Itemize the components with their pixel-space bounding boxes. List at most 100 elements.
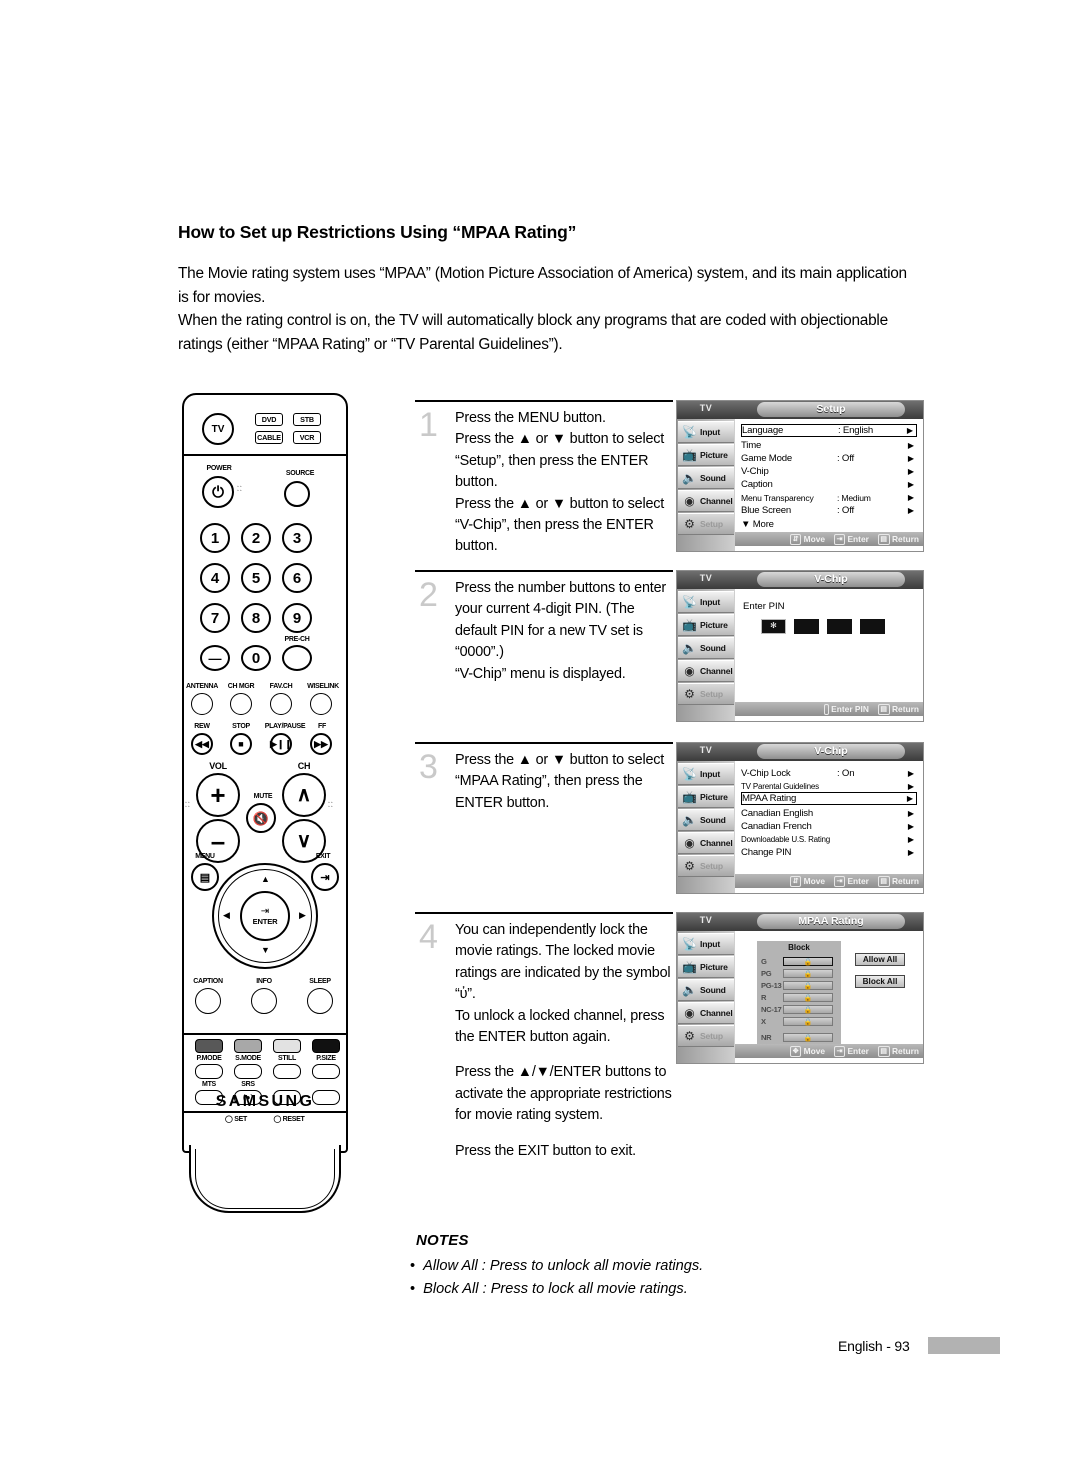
lock-icon[interactable]: 🔒 [783, 981, 833, 991]
osd-sidebar-item-input[interactable]: 📡 Input [678, 421, 734, 443]
osd-setup-row-vchip[interactable]: V-Chip ▶ [741, 465, 917, 478]
lock-icon[interactable]: 🔒 [783, 993, 833, 1003]
remote-left-arrow-icon[interactable]: ◀ [223, 911, 230, 920]
remote-rew-button[interactable]: ◀◀ [191, 733, 213, 755]
osd-setup-row-game-mode[interactable]: Game Mode : Off ▶ [741, 452, 917, 465]
remote-dvd-button[interactable]: DVD [255, 413, 283, 426]
remote-source-button[interactable] [284, 481, 310, 507]
block-all-button[interactable]: Block All [855, 975, 905, 988]
remote-psize-button[interactable] [312, 1064, 340, 1079]
remote-exit-button[interactable]: ⇥ [311, 863, 339, 891]
remote-number-7[interactable]: 7 [200, 603, 230, 633]
pin-digit-4[interactable] [860, 619, 885, 634]
osd-setup-row-caption[interactable]: Caption ▶ [741, 478, 917, 491]
remote-cable-button[interactable]: CABLE [255, 431, 283, 444]
remote-wiselink-button[interactable] [310, 693, 332, 715]
osd-sidebar-item-setup[interactable]: ⚙ Setup [678, 855, 734, 877]
remote-color-button-blue[interactable] [312, 1039, 340, 1053]
remote-number-3[interactable]: 3 [282, 523, 312, 553]
osd-sidebar-item-picture[interactable]: 📺 Picture [678, 956, 734, 978]
remote-menu-button[interactable]: ▤ [191, 863, 219, 891]
remote-pmode-button[interactable] [195, 1064, 223, 1079]
osd-sidebar-item-input[interactable]: 📡 Input [678, 591, 734, 613]
remote-enter-button[interactable]: ⇥ ENTER [240, 891, 290, 941]
remote-down-arrow-icon[interactable]: ▼ [261, 946, 270, 955]
pin-digit-3[interactable] [827, 619, 852, 634]
osd-vchip-row-downloadable-us-rating[interactable]: Downloadable U.S. Rating ▶ [741, 833, 917, 846]
remote-antenna-button[interactable] [191, 693, 213, 715]
osd-setup-row-menu-transparency[interactable]: Menu Transparency : Medium ▶ [741, 491, 917, 504]
mpaa-row-pg[interactable]: PG 🔒 [761, 968, 837, 979]
remote-sleep-button[interactable] [307, 988, 333, 1014]
remote-number-1[interactable]: 1 [200, 523, 230, 553]
lock-icon[interactable]: 🔒 [783, 969, 833, 979]
mpaa-row-pg13[interactable]: PG-13 🔒 [761, 980, 837, 991]
osd-sidebar-item-input[interactable]: 📡 Input [678, 763, 734, 785]
mpaa-row-g[interactable]: G 🔒 [761, 956, 837, 967]
mpaa-row-nc17[interactable]: NC-17 🔒 [761, 1004, 837, 1015]
remote-channel-up-button[interactable]: ∧ [282, 773, 326, 817]
lock-icon[interactable]: 🔒 [783, 1017, 833, 1027]
remote-ff-button[interactable]: ▶▶ [310, 733, 332, 755]
mpaa-row-r[interactable]: R 🔒 [761, 992, 837, 1003]
osd-vchip-row-canadian-english[interactable]: Canadian English ▶ [741, 807, 917, 820]
osd-setup-row-time[interactable]: Time ▶ [741, 439, 917, 452]
osd-setup-row-blue-screen[interactable]: Blue Screen : Off ▶ [741, 504, 917, 517]
mpaa-row-nr[interactable]: NR 🔒 [761, 1032, 837, 1043]
pin-digit-1[interactable]: ✻ [761, 619, 786, 634]
osd-sidebar-item-setup[interactable]: ⚙ Setup [678, 683, 734, 705]
remote-number-8[interactable]: 8 [241, 603, 271, 633]
remote-dash-button[interactable]: — [200, 645, 230, 671]
osd-sidebar-item-input[interactable]: 📡 Input [678, 933, 734, 955]
remote-mute-button[interactable]: 🔇 [246, 803, 276, 833]
remote-stop-button[interactable]: ■ [230, 733, 252, 755]
lock-icon[interactable]: 🔒 [783, 1005, 833, 1015]
osd-sidebar-item-picture[interactable]: 📺 Picture [678, 786, 734, 808]
osd-sidebar-item-sound[interactable]: 🔈 Sound [678, 809, 734, 831]
remote-color-button-green[interactable] [234, 1039, 262, 1053]
allow-all-button[interactable]: Allow All [855, 953, 905, 966]
remote-favch-button[interactable] [270, 693, 292, 715]
remote-still-button[interactable] [273, 1064, 301, 1079]
remote-vcr-button[interactable]: VCR [293, 431, 321, 444]
osd-vchip-row-canadian-french[interactable]: Canadian French ▶ [741, 820, 917, 833]
osd-sidebar-item-sound[interactable]: 🔈 Sound [678, 637, 734, 659]
remote-color-button-red[interactable] [195, 1039, 223, 1053]
osd-vchip-row-lock[interactable]: V-Chip Lock : On ▶ [741, 767, 917, 780]
remote-tv-button[interactable]: TV [202, 413, 234, 445]
osd-vchip-row-change-pin[interactable]: Change PIN ▶ [741, 846, 917, 859]
remote-power-button[interactable]: ⏻ [202, 476, 234, 508]
remote-playpause-button[interactable]: ▶❙❙ [270, 733, 292, 755]
lock-icon[interactable]: 🔒 [783, 1033, 833, 1043]
osd-sidebar-item-channel[interactable]: ◉ Channel [678, 660, 734, 682]
remote-number-6[interactable]: 6 [282, 563, 312, 593]
remote-color-button-yellow[interactable] [273, 1039, 301, 1053]
remote-caption-button[interactable] [195, 988, 221, 1014]
remote-chmgr-button[interactable] [230, 693, 252, 715]
osd-sidebar-item-channel[interactable]: ◉ Channel [678, 490, 734, 512]
osd-sidebar-item-setup[interactable]: ⚙ Setup [678, 513, 734, 535]
osd-sidebar-item-picture[interactable]: 📺 Picture [678, 614, 734, 636]
remote-stb-button[interactable]: STB [293, 413, 321, 426]
remote-prech-button[interactable] [282, 645, 312, 671]
osd-vchip-row-mpaa-rating[interactable]: MPAA Rating ▶ [741, 792, 917, 805]
remote-up-arrow-icon[interactable]: ▲ [261, 875, 270, 884]
mpaa-row-x[interactable]: X 🔒 [761, 1016, 837, 1027]
remote-info-button[interactable] [251, 988, 277, 1014]
remote-number-5[interactable]: 5 [241, 563, 271, 593]
remote-volume-up-button[interactable]: + [196, 773, 240, 817]
remote-smode-button[interactable] [234, 1064, 262, 1079]
osd-sidebar-item-setup[interactable]: ⚙ Setup [678, 1025, 734, 1047]
osd-sidebar-item-sound[interactable]: 🔈 Sound [678, 979, 734, 1001]
osd-setup-more[interactable]: ▼ More [741, 518, 917, 531]
lock-icon[interactable]: 🔒 [783, 957, 833, 967]
osd-sidebar-item-picture[interactable]: 📺 Picture [678, 444, 734, 466]
remote-number-9[interactable]: 9 [282, 603, 312, 633]
osd-sidebar-item-channel[interactable]: ◉ Channel [678, 832, 734, 854]
remote-number-2[interactable]: 2 [241, 523, 271, 553]
remote-right-arrow-icon[interactable]: ▶ [299, 911, 306, 920]
osd-sidebar-item-sound[interactable]: 🔈 Sound [678, 467, 734, 489]
remote-number-0[interactable]: 0 [241, 645, 271, 671]
pin-digit-2[interactable] [794, 619, 819, 634]
remote-number-4[interactable]: 4 [200, 563, 230, 593]
